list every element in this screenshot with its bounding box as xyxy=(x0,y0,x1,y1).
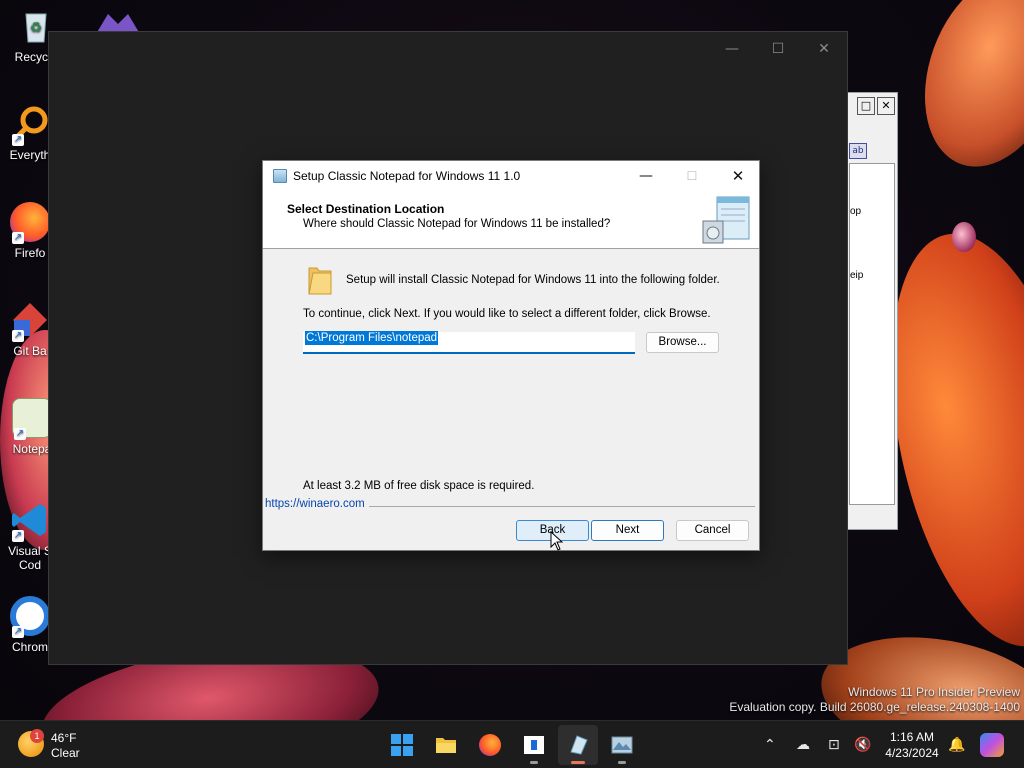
shortcut-arrow-icon: ↗ xyxy=(12,232,24,244)
image-viewer-icon xyxy=(611,736,633,754)
website-link[interactable]: https://winaero.com xyxy=(265,498,365,510)
background-window-pane: op eip xyxy=(849,163,895,505)
dialog-titlebar[interactable]: Setup Classic Notepad for Windows 11 1.0… xyxy=(263,161,759,191)
maximize-button[interactable]: ☐ xyxy=(755,32,801,66)
watermark-line: Windows 11 Pro Insider Preview xyxy=(848,685,1020,699)
dialog-title: Setup Classic Notepad for Windows 11 1.0 xyxy=(293,169,521,183)
destination-path-input[interactable]: C:\Program Files\notepad xyxy=(303,331,635,354)
start-button[interactable] xyxy=(382,725,422,765)
notification-bell-icon[interactable]: 🔔 xyxy=(948,721,965,768)
firefox-icon xyxy=(479,734,501,756)
taskbar-image-viewer[interactable] xyxy=(602,725,642,765)
mouse-cursor-icon xyxy=(550,531,564,551)
notification-badge: 1 xyxy=(30,729,44,743)
page-title: Select Destination Location xyxy=(287,202,445,216)
weather-condition: Clear xyxy=(51,746,80,760)
file-explorer-icon xyxy=(436,738,456,753)
running-indicator xyxy=(571,761,585,764)
volume-muted-icon[interactable]: 🔇 xyxy=(854,721,871,768)
background-window-controls: □ ✕ xyxy=(857,97,895,115)
disk-space-requirement: At least 3.2 MB of free disk space is re… xyxy=(303,480,535,492)
windows-watermark: Windows 11 Pro Insider Preview Evaluatio… xyxy=(729,685,1020,715)
wallpaper-shape xyxy=(952,222,976,252)
taskbar: 1 46°F Clear ⌃ ☁ ⊡ 🔇 1:16 AM 4/23/2024 🔔 xyxy=(0,720,1024,768)
setup-installer-icon xyxy=(570,735,588,755)
running-indicator xyxy=(530,761,538,764)
setup-dialog[interactable]: Setup Classic Notepad for Windows 11 1.0… xyxy=(262,160,760,551)
copilot-icon[interactable] xyxy=(980,733,1004,757)
taskbar-file-explorer[interactable] xyxy=(426,725,466,765)
pane-text: op xyxy=(850,206,862,217)
shortcut-arrow-icon: ↗ xyxy=(14,428,26,440)
onedrive-offline-icon[interactable]: ☁ xyxy=(796,721,810,768)
shortcut-arrow-icon: ↗ xyxy=(12,626,24,638)
cancel-button[interactable]: Cancel xyxy=(676,520,749,541)
maximize-button: ☐ xyxy=(686,169,698,183)
taskbar-setup-notepad[interactable] xyxy=(558,725,598,765)
background-window[interactable]: □ ✕ ab op eip xyxy=(846,92,898,530)
shortcut-arrow-icon: ↗ xyxy=(12,330,24,342)
toolbar-sort-icon[interactable]: ab xyxy=(849,143,867,159)
separator-line xyxy=(369,506,755,507)
windows-logo-icon xyxy=(391,734,413,756)
page-subtitle: Where should Classic Notepad for Windows… xyxy=(303,218,611,230)
wizard-body: Setup will install Classic Notepad for W… xyxy=(263,250,759,551)
install-message: Setup will install Classic Notepad for W… xyxy=(346,274,720,286)
system-clock[interactable]: 1:16 AM 4/23/2024 xyxy=(880,729,944,761)
running-indicator xyxy=(618,761,626,764)
window-controls: — ☐ ✕ xyxy=(709,32,847,66)
taskbar-firefox[interactable] xyxy=(470,725,510,765)
browse-button[interactable]: Browse... xyxy=(646,332,719,353)
setup-wizard-image-icon xyxy=(702,196,750,244)
shortcut-arrow-icon: ↗ xyxy=(12,134,24,146)
next-button[interactable]: Next xyxy=(591,520,664,541)
weather-temperature: 46°F xyxy=(51,731,77,745)
minimize-button[interactable]: — xyxy=(709,32,755,66)
wallpaper-shape xyxy=(899,0,1024,187)
close-button[interactable]: ✕ xyxy=(801,32,847,66)
desktop-icon-label-text: Cod xyxy=(18,558,41,572)
app-window-icon xyxy=(524,736,544,754)
taskbar-app-window[interactable] xyxy=(514,725,554,765)
close-button[interactable]: ✕ xyxy=(877,97,895,115)
selected-path-text: C:\Program Files\notepad xyxy=(305,331,439,345)
network-icon[interactable]: ⊡ xyxy=(828,721,840,768)
pane-text: eip xyxy=(850,270,864,281)
desktop-icon-label-text: Visual S xyxy=(8,544,52,558)
clock-time: 1:16 AM xyxy=(889,730,935,744)
svg-text:♻: ♻ xyxy=(30,19,43,35)
watermark-line: Evaluation copy. Build 26080.ge_release.… xyxy=(729,700,1020,714)
maximize-button[interactable]: □ xyxy=(857,97,875,115)
continue-message: To continue, click Next. If you would li… xyxy=(303,308,711,320)
clock-date: 4/23/2024 xyxy=(885,746,939,760)
wizard-header: Select Destination Location Where should… xyxy=(263,191,759,249)
minimize-button[interactable]: — xyxy=(623,161,669,191)
folder-icon xyxy=(308,267,332,295)
shortcut-arrow-icon: ↗ xyxy=(12,530,24,542)
chevron-up-icon[interactable]: ⌃ xyxy=(764,721,776,768)
close-button[interactable]: ✕ xyxy=(715,161,761,191)
notepad-icon xyxy=(273,169,287,183)
